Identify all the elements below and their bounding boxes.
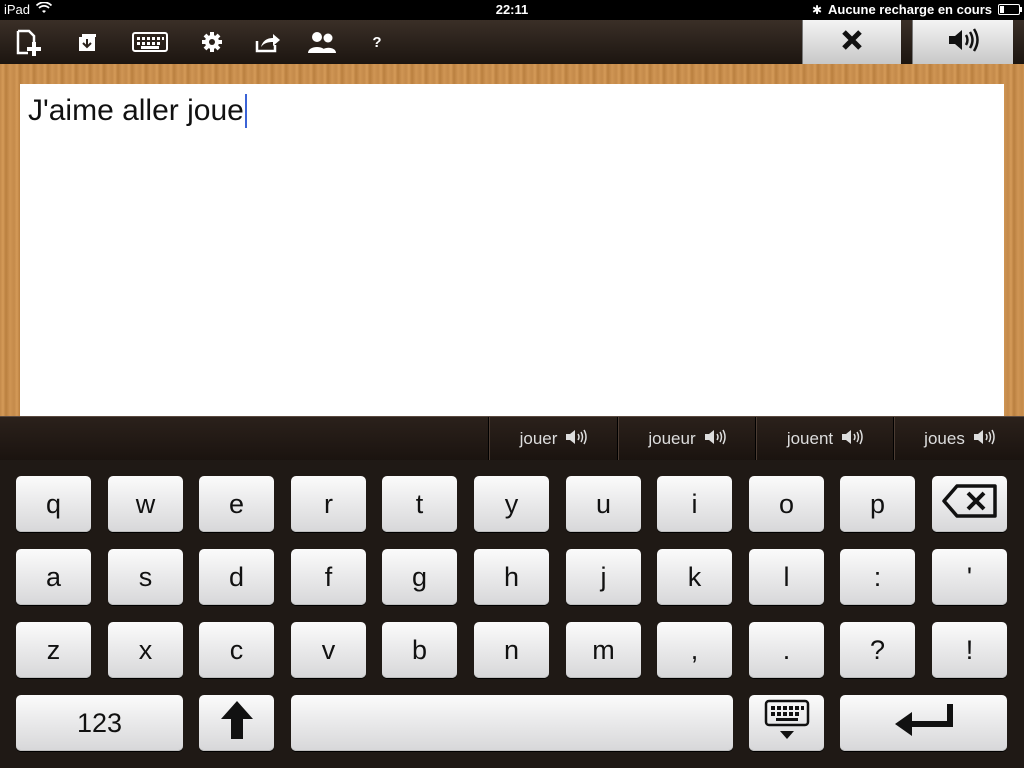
text-caret [244,94,247,128]
text-editor[interactable]: J'aime aller joue [20,84,1004,416]
shift-arrow-icon [219,699,255,748]
return-arrow-icon [892,700,956,747]
return-key[interactable] [840,695,1007,751]
key-i[interactable]: i [657,476,732,532]
suggestion-label: jouer [519,429,558,448]
key-k[interactable]: k [657,549,732,605]
key-colon[interactable]: : [840,549,915,605]
key-o[interactable]: o [749,476,824,532]
help-icon[interactable]: ? [357,20,397,64]
key-e[interactable]: e [199,476,274,532]
key-q[interactable]: q [16,476,91,532]
on-screen-keyboard: q w e r t y u i o p a s d f g h j k l : … [0,460,1024,768]
suggestion-item[interactable]: joueur [617,417,756,461]
key-b[interactable]: b [382,622,457,678]
hide-keyboard-key[interactable] [749,695,824,751]
new-document-icon[interactable] [8,20,48,64]
speaker-icon [565,429,588,450]
shift-key[interactable] [199,695,274,751]
suggestion-label: joueur [648,429,696,448]
key-p[interactable]: p [840,476,915,532]
key-apostrophe[interactable]: ' [932,549,1007,605]
hide-keyboard-icon [764,699,810,748]
suggestion-item[interactable]: jouer [488,417,618,461]
speaker-icon [704,429,726,450]
speaker-icon [947,27,979,58]
key-exclamation[interactable]: ! [932,622,1007,678]
key-t[interactable]: t [382,476,457,532]
key-w[interactable]: w [108,476,183,532]
key-f[interactable]: f [291,549,366,605]
bluetooth-icon: ✱ [811,2,822,17]
suggestion-label: jouent [786,429,834,448]
key-comma[interactable]: , [657,622,732,678]
share-icon[interactable] [248,20,288,64]
typed-text: J'aime aller joue [28,94,244,127]
key-c[interactable]: c [199,622,274,678]
key-x[interactable]: x [108,622,183,678]
speak-button[interactable] [912,20,1013,64]
key-h[interactable]: h [474,549,549,605]
backspace-icon [941,483,999,526]
users-icon[interactable] [302,20,342,64]
clear-button[interactable] [802,20,901,64]
key-d[interactable]: d [199,549,274,605]
key-m[interactable]: m [566,622,641,678]
key-s[interactable]: s [108,549,183,605]
key-g[interactable]: g [382,549,457,605]
key-a[interactable]: a [16,549,91,605]
key-period[interactable]: . [749,622,824,678]
keyboard-icon[interactable] [130,20,170,64]
key-j[interactable]: j [566,549,641,605]
speaker-icon [841,429,863,450]
key-v[interactable]: v [291,622,366,678]
suggestion-item[interactable]: joues [893,417,1024,461]
backspace-key[interactable] [932,476,1007,532]
charging-status: Aucune recharge en cours [828,2,992,17]
open-folder-icon[interactable] [68,20,108,64]
speaker-icon [973,429,995,450]
suggestion-label: joues [924,429,965,448]
suggestion-item[interactable]: jouent [755,417,894,461]
battery-icon [998,4,1022,15]
numbers-key[interactable]: 123 [16,695,183,751]
key-r[interactable]: r [291,476,366,532]
key-l[interactable]: l [749,549,824,605]
word-prediction-bar: jouer joueur jouent joues [0,416,1024,461]
settings-gear-icon[interactable] [192,20,232,64]
key-y[interactable]: y [474,476,549,532]
close-icon [841,29,863,56]
key-n[interactable]: n [474,622,549,678]
typed-text-line: J'aime aller joue [28,94,247,128]
space-key[interactable] [291,695,733,751]
key-u[interactable]: u [566,476,641,532]
status-bar: iPad 22:11 ✱ Aucune recharge en cours [0,0,1024,20]
toolbar: ? [0,20,1024,64]
key-question[interactable]: ? [840,622,915,678]
key-z[interactable]: z [16,622,91,678]
